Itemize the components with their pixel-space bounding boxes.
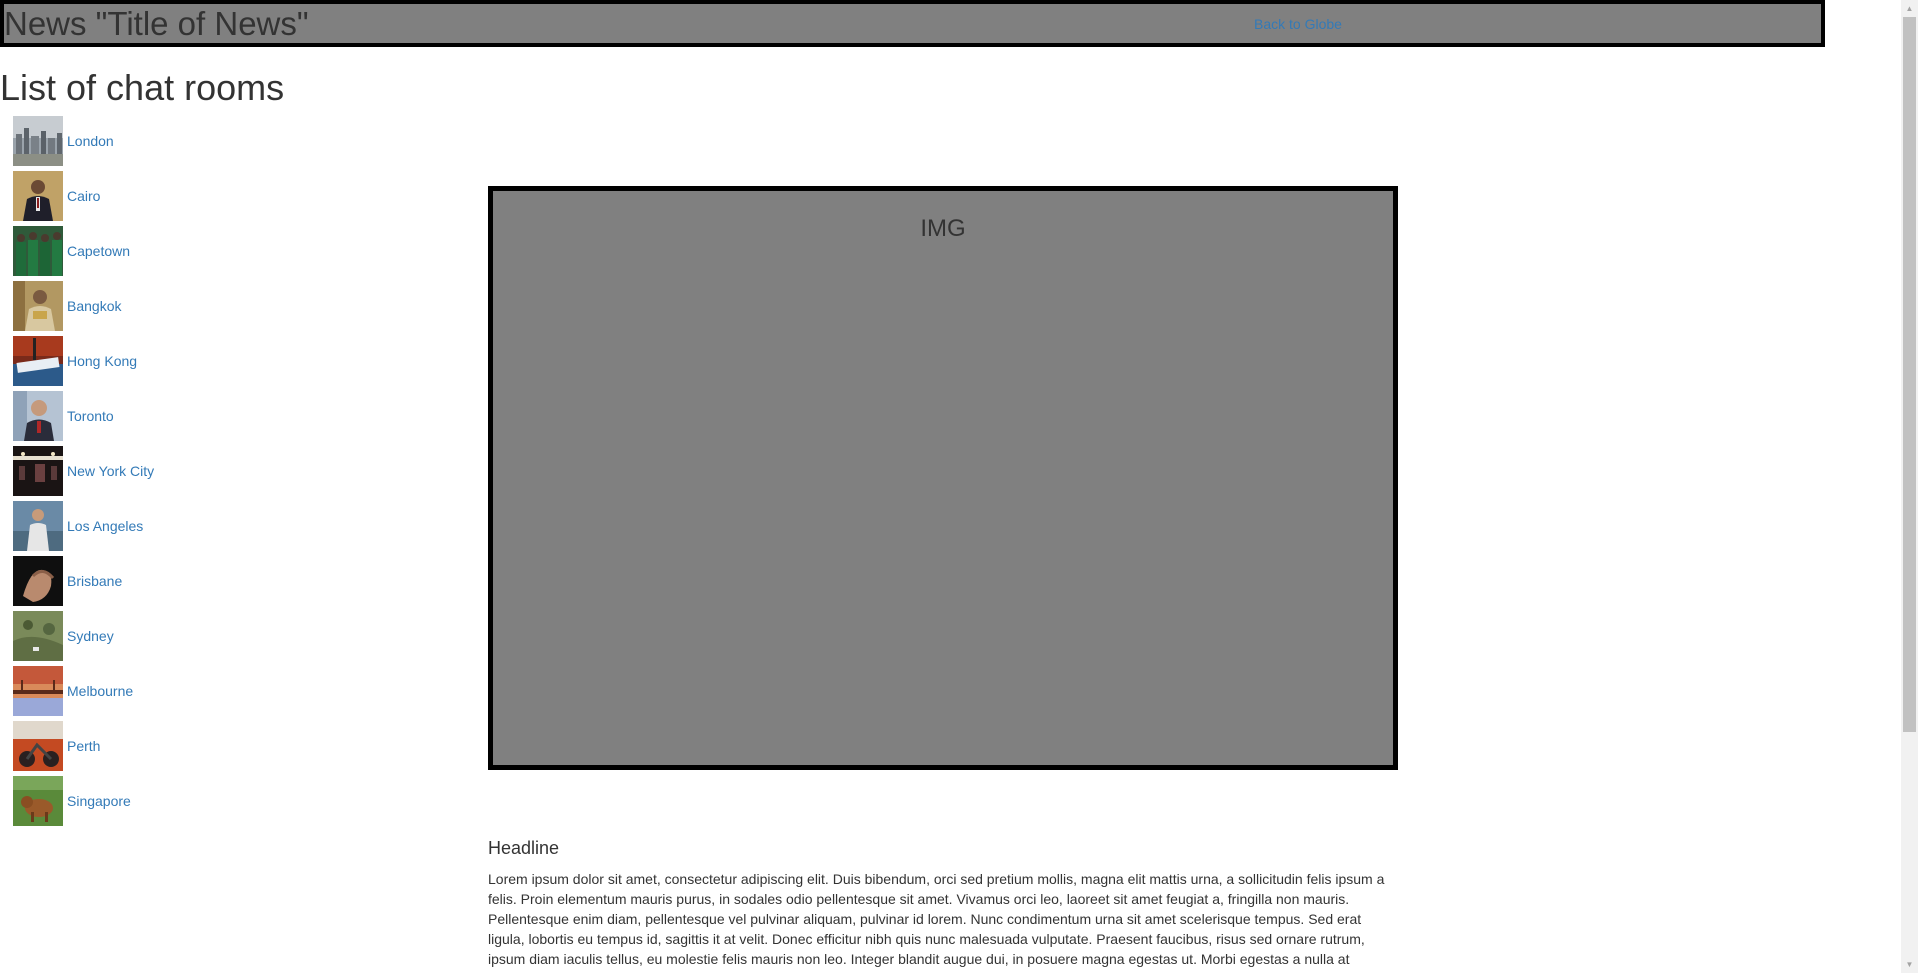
back-to-globe-link[interactable]: Back to Globe — [1254, 16, 1342, 32]
vertical-scrollbar[interactable]: ▲ ▼ — [1901, 0, 1918, 973]
man-portrait-thumbnail[interactable] — [13, 391, 63, 441]
room-link-melbourne[interactable]: Melbourne — [67, 683, 133, 699]
list-item: Melbourne — [13, 666, 154, 716]
night-street-thumbnail[interactable] — [13, 446, 63, 496]
room-link-sydney[interactable]: Sydney — [67, 628, 114, 644]
article-image-placeholder: IMG — [488, 186, 1398, 770]
room-link-cairo[interactable]: Cairo — [67, 188, 100, 204]
protest-sign-thumbnail[interactable] — [13, 336, 63, 386]
city-skyline-thumbnail[interactable] — [13, 116, 63, 166]
article-body: Lorem ipsum dolor sit amet, consectetur … — [488, 871, 1385, 967]
room-link-singapore[interactable]: Singapore — [67, 793, 131, 809]
image-placeholder-label: IMG — [920, 215, 966, 242]
group-in-green-thumbnail[interactable] — [13, 226, 63, 276]
page-title: News "Title of News" — [4, 5, 309, 42]
room-link-bangkok[interactable]: Bangkok — [67, 298, 121, 314]
chat-rooms-heading: List of chat rooms — [0, 67, 285, 108]
portrait-thumbnail[interactable] — [13, 281, 63, 331]
room-link-capetown[interactable]: Capetown — [67, 243, 130, 259]
list-item: London — [13, 116, 154, 166]
chat-room-list: London Cairo Capetown Bangkok Hong Kong … — [13, 116, 154, 831]
room-link-perth[interactable]: Perth — [67, 738, 100, 754]
scrollbar-thumb[interactable] — [1903, 17, 1916, 732]
room-link-new-york-city[interactable]: New York City — [67, 463, 154, 479]
hands-thumbnail[interactable] — [13, 556, 63, 606]
list-item: Sydney — [13, 611, 154, 661]
list-item: Brisbane — [13, 556, 154, 606]
man-in-suit-thumbnail[interactable] — [13, 171, 63, 221]
list-item: Bangkok — [13, 281, 154, 331]
person-outdoors-thumbnail[interactable] — [13, 501, 63, 551]
list-item: Perth — [13, 721, 154, 771]
page-header: News "Title of News" Back to Globe — [0, 0, 1825, 47]
room-link-toronto[interactable]: Toronto — [67, 408, 114, 424]
room-link-hong-kong[interactable]: Hong Kong — [67, 353, 137, 369]
room-link-los-angeles[interactable]: Los Angeles — [67, 518, 143, 534]
list-item: New York City — [13, 446, 154, 496]
list-item: Cairo — [13, 171, 154, 221]
list-item: Capetown — [13, 226, 154, 276]
list-item: Singapore — [13, 776, 154, 826]
room-link-brisbane[interactable]: Brisbane — [67, 573, 122, 589]
animal-in-grass-thumbnail[interactable] — [13, 776, 63, 826]
list-item: Los Angeles — [13, 501, 154, 551]
sunset-bridge-thumbnail[interactable] — [13, 666, 63, 716]
scroll-up-arrow-icon[interactable]: ▲ — [1901, 0, 1918, 17]
list-item: Toronto — [13, 391, 154, 441]
article-headline: Headline — [488, 838, 560, 858]
room-link-london[interactable]: London — [67, 133, 114, 149]
list-item: Hong Kong — [13, 336, 154, 386]
aerial-view-thumbnail[interactable] — [13, 611, 63, 661]
motorbike-thumbnail[interactable] — [13, 721, 63, 771]
scroll-down-arrow-icon[interactable]: ▼ — [1901, 956, 1918, 973]
